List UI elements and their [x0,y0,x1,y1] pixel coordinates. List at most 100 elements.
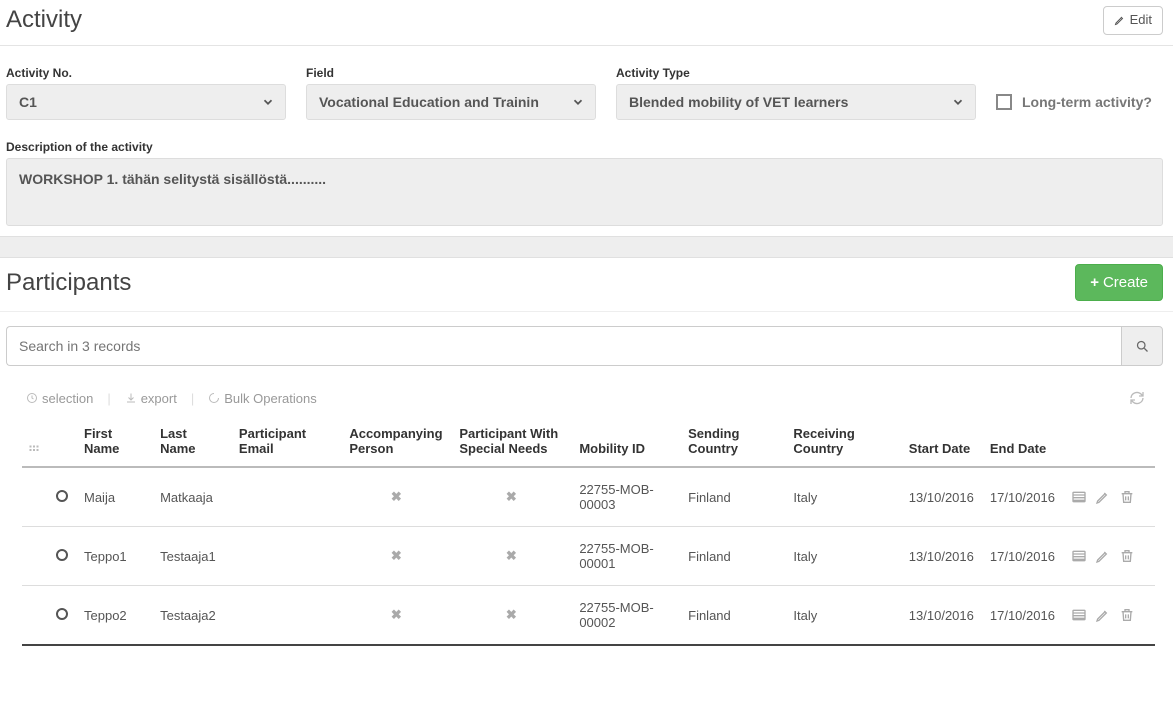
chevron-down-icon [951,95,965,109]
view-icon[interactable] [1071,548,1087,564]
cell-end: 17/10/2016 [984,527,1065,586]
col-accompanying[interactable]: Accompanying Person [343,418,453,467]
cell-receiving: Italy [787,467,902,527]
selection-label: selection [42,391,93,406]
cell-email [233,586,343,646]
activity-type-select[interactable]: Blended mobility of VET learners [616,84,976,120]
field-value: Vocational Education and Trainin [319,94,539,110]
edit-button[interactable]: Edit [1103,6,1163,35]
activity-header: Activity Edit [0,0,1173,46]
view-icon[interactable] [1071,607,1087,623]
search-button[interactable] [1121,326,1163,366]
table-row: Teppo1Testaaja1✖✖22755-MOB-00001FinlandI… [22,527,1155,586]
description-value: WORKSHOP 1. tähän selitystä sisällöstä..… [19,171,326,187]
export-label: export [141,391,177,406]
search-row [0,312,1173,380]
grip-column[interactable] [22,418,50,467]
cell-email [233,467,343,527]
col-end[interactable]: End Date [984,418,1065,467]
cell-mobility-id: 22755-MOB-00002 [573,586,682,646]
grip-cell [22,586,50,646]
long-term-checkbox[interactable] [996,94,1012,110]
section-divider [0,236,1173,258]
participants-header: Participants + Create [0,258,1173,313]
activity-no-label: Activity No. [6,66,286,80]
table-row: Teppo2Testaaja2✖✖22755-MOB-00002FinlandI… [22,586,1155,646]
cell-last-name: Testaaja1 [154,527,233,586]
col-first-name[interactable]: First Name [78,418,154,467]
separator: | [191,391,194,406]
cell-start: 13/10/2016 [903,527,984,586]
cell-accompanying: ✖ [343,527,453,586]
cell-receiving: Italy [787,527,902,586]
cell-special-needs: ✖ [453,527,573,586]
search-input[interactable] [6,326,1121,366]
col-email[interactable]: Participant Email [233,418,343,467]
col-receiving[interactable]: Receiving Country [787,418,902,467]
cell-mobility-id: 22755-MOB-00001 [573,527,682,586]
cell-special-needs: ✖ [453,467,573,527]
edit-icon[interactable] [1095,489,1111,505]
row-radio[interactable] [56,549,68,561]
activity-no-select[interactable]: C1 [6,84,286,120]
chevron-down-icon [571,95,585,109]
description-label: Description of the activity [6,140,1163,154]
cell-first-name: Maija [78,467,154,527]
create-button-label: Create [1103,273,1148,293]
grip-cell [22,527,50,586]
cell-end: 17/10/2016 [984,467,1065,527]
cell-sending: Finland [682,467,787,527]
trash-icon[interactable] [1119,548,1135,564]
bulk-operations-tool[interactable]: Bulk Operations [208,391,317,406]
activity-type-label: Activity Type [616,66,976,80]
refresh-button[interactable] [1129,390,1145,406]
col-mobility-id[interactable]: Mobility ID [573,418,682,467]
activity-title: Activity [6,6,82,34]
field-select[interactable]: Vocational Education and Trainin [306,84,596,120]
cell-first-name: Teppo2 [78,586,154,646]
col-sending[interactable]: Sending Country [682,418,787,467]
loading-icon [208,392,220,404]
export-tool[interactable]: export [125,391,177,406]
cell-mobility-id: 22755-MOB-00003 [573,467,682,527]
selection-tool[interactable]: selection [26,391,93,406]
activity-form: Activity No. C1 Field Vocational Educati… [0,46,1173,236]
row-radio[interactable] [56,608,68,620]
view-icon[interactable] [1071,489,1087,505]
activity-no-value: C1 [19,94,37,110]
col-special-needs[interactable]: Participant With Special Needs [453,418,573,467]
cell-first-name: Teppo1 [78,527,154,586]
create-button[interactable]: + Create [1075,264,1163,302]
cell-receiving: Italy [787,586,902,646]
plus-icon: + [1090,273,1099,293]
cell-sending: Finland [682,527,787,586]
long-term-label: Long-term activity? [1022,94,1152,110]
col-last-name[interactable]: Last Name [154,418,233,467]
activity-type-value: Blended mobility of VET learners [629,94,848,110]
cell-last-name: Testaaja2 [154,586,233,646]
field-label: Field [306,66,596,80]
trash-icon[interactable] [1119,489,1135,505]
edit-icon[interactable] [1095,548,1111,564]
pencil-icon [1114,14,1126,26]
description-textarea[interactable]: WORKSHOP 1. tähän selitystä sisällöstä..… [6,158,1163,226]
participants-title: Participants [6,269,131,297]
trash-icon[interactable] [1119,607,1135,623]
chevron-down-icon [261,95,275,109]
edit-icon[interactable] [1095,607,1111,623]
grip-cell [22,467,50,527]
bulk-label: Bulk Operations [224,391,317,406]
cell-accompanying: ✖ [343,467,453,527]
table-toolbar: selection | export | Bulk Operations [0,380,1173,418]
cell-special-needs: ✖ [453,586,573,646]
refresh-icon [1129,390,1145,406]
cell-last-name: Matkaaja [154,467,233,527]
cell-start: 13/10/2016 [903,586,984,646]
search-icon [1135,339,1150,354]
download-icon [125,392,137,404]
table-row: MaijaMatkaaja✖✖22755-MOB-00003FinlandIta… [22,467,1155,527]
row-radio[interactable] [56,490,68,502]
cell-email [233,527,343,586]
edit-button-label: Edit [1130,12,1152,29]
col-start[interactable]: Start Date [903,418,984,467]
